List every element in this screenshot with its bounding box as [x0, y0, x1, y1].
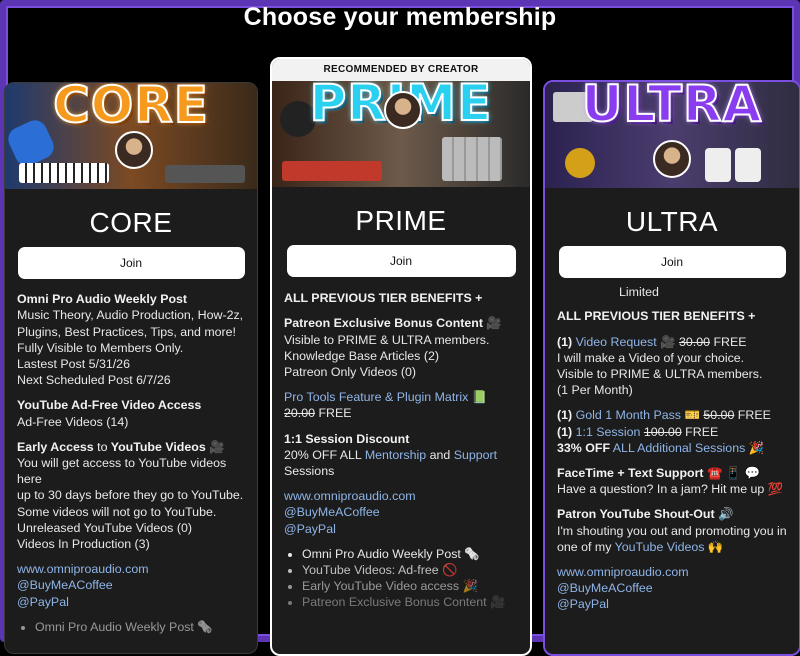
drum-machine-graphic — [442, 137, 502, 181]
benefit-text: Fully Visible to Members Only. — [17, 340, 184, 355]
tier-name: CORE — [89, 207, 173, 238]
prime-banner-image: PRIME — [272, 81, 530, 187]
additional-sessions-link[interactable]: ALL Additional Sessions — [613, 441, 746, 455]
gold-pass-link[interactable]: Gold 1 Month Pass — [576, 408, 681, 422]
benefit-text: up to 30 days before they go to YouTube. — [17, 488, 244, 503]
benefit-text: (1 Per Month) — [557, 383, 633, 398]
benefit-title: Omni Pro Audio Weekly Post — [17, 292, 188, 307]
benefit-title: Early Access to YouTube Videos 🎥 — [17, 439, 225, 454]
ticket-icon: 🎫 — [684, 408, 700, 423]
benefit-text: I'm shouting you out and promoting you i… — [557, 523, 787, 538]
ultra-benefits: ALL PREVIOUS TIER BENEFITS + (1) Video R… — [557, 309, 787, 612]
benefit-title: FaceTime + Text Support ☎️ 📱 💬 — [557, 466, 761, 481]
join-button-prime[interactable]: Join — [286, 245, 516, 278]
paypal-link[interactable]: @PayPal — [17, 594, 245, 610]
benefit-text: Knowledge Base Articles (2) — [284, 348, 439, 363]
tier-card-core: CORE CORE Join Omni Pro Audio Weekly Pos… — [4, 82, 258, 654]
paypal-link[interactable]: @PayPal — [284, 521, 518, 537]
buymeacoffee-link[interactable]: @BuyMeACoffee — [557, 580, 787, 596]
list-item: YouTube Videos: Ad-free 🚫 — [302, 562, 518, 578]
join-button-core[interactable]: Join — [17, 247, 245, 280]
benefit-text: Visible to PRIME & ULTRA members. — [557, 367, 763, 382]
benefit-title: Patron YouTube Shout-Out 🔊 — [557, 507, 734, 522]
recommended-badge: RECOMMENDED BY CREATOR — [272, 59, 530, 81]
core-banner-image: CORE — [5, 83, 257, 189]
tier-card-ultra: ULTRA ULTRA Join Limited ALL PREVIOUS TI… — [543, 80, 800, 656]
benefit-list: Omni Pro Audio Weekly Post 🗞️ YouTube Vi… — [284, 546, 518, 611]
audio-interface-graphic — [282, 161, 382, 181]
website-link[interactable]: www.omniproaudio.com — [284, 488, 518, 504]
benefit-text: Some videos will not go to YouTube. — [17, 504, 217, 519]
buymeacoffee-link[interactable]: @BuyMeACoffee — [17, 577, 245, 593]
raised-hands-icon: 🙌 — [707, 539, 724, 554]
buymeacoffee-link[interactable]: @BuyMeACoffee — [284, 504, 518, 520]
benefit-text: You will get access to YouTube videos he… — [17, 456, 227, 487]
page-title: Choose your membership — [243, 3, 557, 31]
benefit-text: Visible to PRIME & ULTRA members. — [284, 332, 490, 347]
support-link[interactable]: Support — [454, 448, 497, 462]
benefit-text: Music Theory, Audio Production, How-2z, — [17, 308, 244, 323]
benefit-text: Unreleased YouTube Videos (0) — [17, 520, 192, 535]
video-camera-icon: 🎥 — [209, 439, 225, 454]
ultra-banner-image: ULTRA — [545, 82, 799, 188]
core-logo: CORE — [52, 83, 209, 134]
previous-tier-note: ALL PREVIOUS TIER BENEFITS + — [557, 309, 756, 324]
youtube-videos-link[interactable]: YouTube Videos — [615, 540, 705, 554]
benefit-text: Lastest Post 5/31/26 — [17, 357, 130, 372]
website-link[interactable]: www.omniproaudio.com — [557, 564, 787, 580]
green-book-icon: 📗 — [471, 390, 488, 405]
rack-gear-graphic — [165, 165, 245, 183]
benefit-text: I will make a Video of your choice. — [557, 350, 745, 365]
benefit-text: Plugins, Best Practices, Tips, and more! — [17, 324, 236, 339]
core-benefits: Omni Pro Audio Weekly Post Music Theory,… — [5, 291, 257, 635]
benefit-list: Omni Pro Audio Weekly Post 🗞️ — [17, 619, 245, 635]
creator-avatar — [653, 140, 691, 178]
benefit-text: Patreon Only Videos (0) — [284, 365, 417, 380]
benefit-title: Patreon Exclusive Bonus Content 🎥 — [284, 316, 502, 331]
list-item: Early YouTube Video access 🎉 — [302, 578, 518, 594]
creator-avatar — [384, 91, 422, 129]
limited-badge: Limited — [619, 285, 659, 300]
website-link[interactable]: www.omniproaudio.com — [17, 561, 245, 577]
studio-monitor-graphic — [735, 148, 761, 182]
benefit-text: Videos In Production (3) — [17, 537, 150, 552]
party-icon: 🎉 — [748, 440, 765, 455]
keyboard-graphic — [19, 163, 109, 183]
gold-badge-graphic — [565, 148, 595, 178]
video-camera-icon: 🎥 — [660, 334, 676, 349]
benefit-title: 1:1 Session Discount — [284, 431, 410, 446]
benefit-text: Next Scheduled Post 6/7/26 — [17, 373, 171, 388]
mentorship-link[interactable]: Mentorship — [365, 448, 426, 462]
creator-avatar — [115, 131, 153, 169]
benefit-title: YouTube Ad-Free Video Access — [17, 398, 202, 413]
previous-tier-note: ALL PREVIOUS TIER BENEFITS + — [284, 291, 483, 306]
benefit-text: Have a question? In a jam? Hit me up 💯 — [557, 482, 784, 497]
prime-benefits: ALL PREVIOUS TIER BENEFITS + Patreon Exc… — [272, 290, 530, 610]
ultra-logo: ULTRA — [581, 82, 763, 133]
tier-card-prime: RECOMMENDED BY CREATOR PRIME PRIME Join … — [270, 57, 532, 656]
video-request-link[interactable]: Video Request — [576, 335, 657, 349]
list-item: Omni Pro Audio Weekly Post 🗞️ — [35, 619, 245, 635]
paypal-link[interactable]: @PayPal — [557, 596, 787, 612]
list-item: Patreon Exclusive Bonus Content 🎥 — [302, 594, 518, 610]
join-button-ultra[interactable]: Join — [558, 246, 786, 279]
tier-name: PRIME — [355, 205, 447, 236]
list-item: Omni Pro Audio Weekly Post 🗞️ — [302, 546, 518, 562]
studio-monitor-graphic — [705, 148, 731, 182]
session-link[interactable]: 1:1 Session — [576, 425, 641, 439]
benefit-text: Ad-Free Videos (14) — [17, 414, 129, 429]
tier-name: ULTRA — [625, 206, 719, 237]
guitar-graphic — [5, 116, 58, 170]
plugin-matrix-link[interactable]: Pro Tools Feature & Plugin Matrix — [284, 390, 468, 404]
old-price: 20.00 — [284, 406, 316, 421]
